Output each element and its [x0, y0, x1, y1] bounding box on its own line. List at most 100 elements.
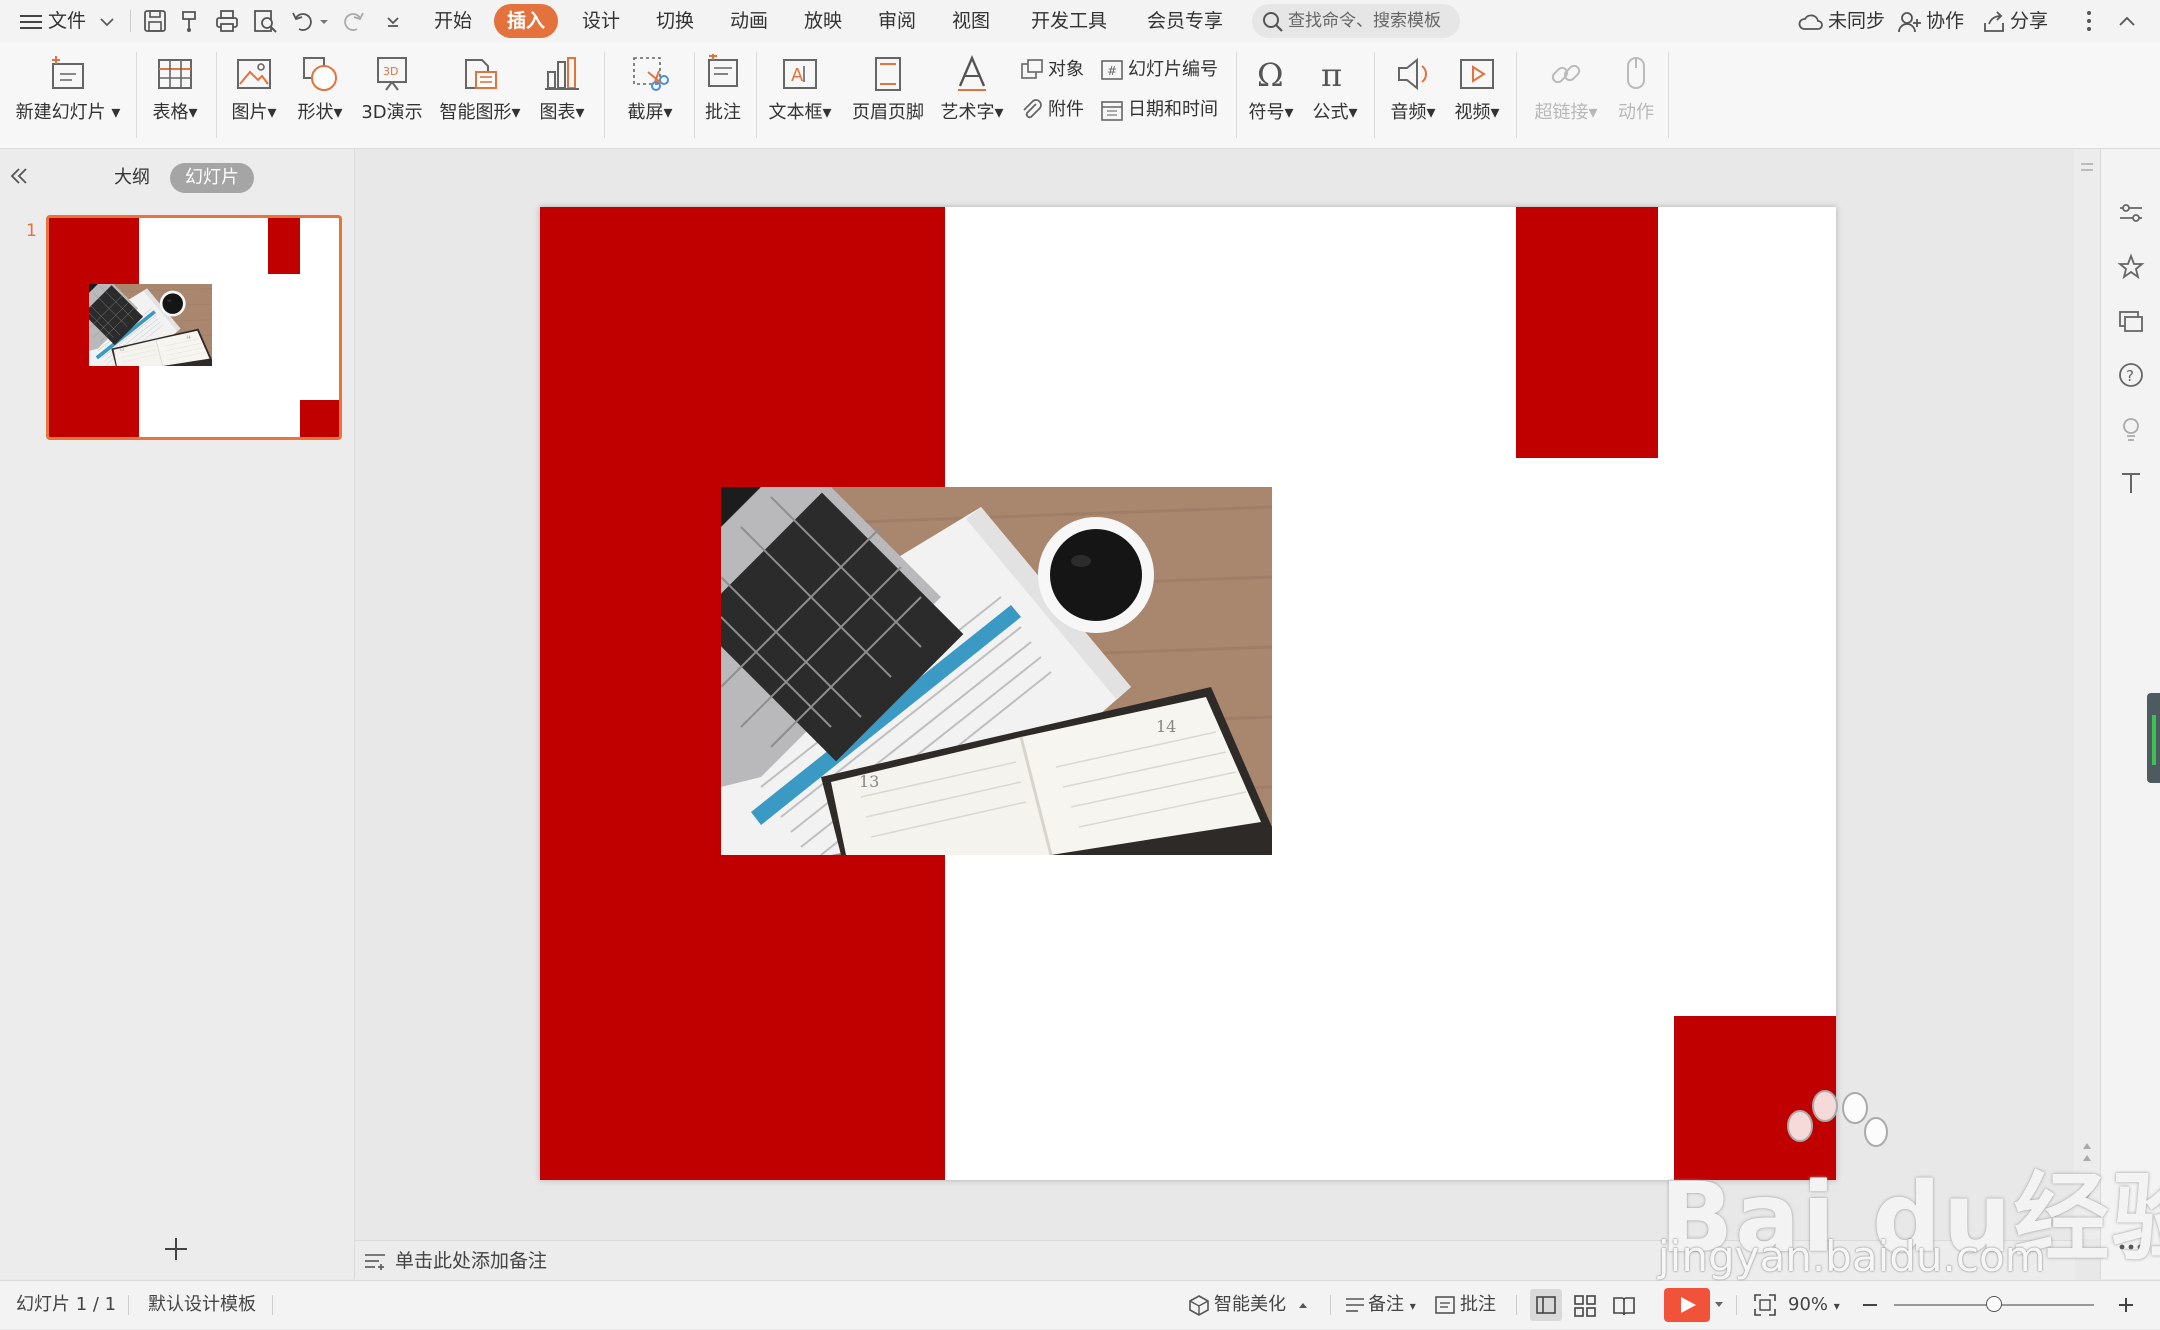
save-icon[interactable]: [142, 8, 168, 34]
object-button[interactable]: 对象: [1020, 54, 1084, 86]
object-label: 对象: [1048, 59, 1084, 80]
tab-transition[interactable]: 切换: [650, 4, 700, 38]
tab-outline[interactable]: 大纲: [104, 163, 160, 193]
attachment-button[interactable]: 附件: [1020, 94, 1084, 126]
slide-sorter-icon[interactable]: [1574, 1295, 1596, 1317]
wordart-button[interactable]: 艺术字▾: [936, 42, 1008, 148]
table-label: 表格: [152, 102, 189, 123]
new-slide-button[interactable]: 新建幻灯片 ▾: [10, 42, 126, 148]
formula-button[interactable]: π 公式▾: [1304, 42, 1366, 148]
symbol-button[interactable]: Ω 符号▾: [1240, 42, 1302, 148]
slide-thumbnail[interactable]: [46, 215, 342, 440]
add-slide-icon[interactable]: [162, 1235, 190, 1263]
header-footer-button[interactable]: 页眉页脚: [846, 42, 930, 148]
datetime-button[interactable]: 日期和时间: [1100, 94, 1218, 126]
notes-toggle-label: 备注: [1368, 1294, 1404, 1315]
picture-label: 图片: [231, 102, 268, 123]
tab-member[interactable]: 会员专享: [1142, 4, 1228, 38]
tab-developer[interactable]: 开发工具: [1026, 4, 1112, 38]
shape-button[interactable]: 形状▾: [288, 42, 352, 148]
smartart-label: 智能图形: [439, 102, 512, 123]
tab-view[interactable]: 视图: [946, 4, 996, 38]
tab-animation[interactable]: 动画: [724, 4, 774, 38]
desk-photo[interactable]: 13 14: [721, 487, 1272, 855]
vertical-scrollbar[interactable]: [2074, 149, 2100, 1239]
format-painter-icon[interactable]: [178, 8, 204, 34]
undo-dropdown-icon[interactable]: [318, 8, 330, 34]
lightbulb-icon[interactable]: [2117, 415, 2145, 443]
redo-icon[interactable]: [340, 8, 366, 34]
notes-area[interactable]: 单击此处添加备注: [355, 1240, 2075, 1281]
text-format-icon[interactable]: [2117, 469, 2145, 497]
fit-window-icon[interactable]: [1754, 1294, 1776, 1316]
print-preview-icon[interactable]: [252, 8, 278, 34]
tab-start[interactable]: 开始: [428, 4, 478, 38]
more-options-icon[interactable]: [2076, 8, 2102, 34]
properties-icon[interactable]: [2117, 199, 2145, 227]
prev-slide-icon[interactable]: [2082, 1139, 2092, 1169]
comment-button[interactable]: 批注: [700, 42, 746, 148]
zoom-slider[interactable]: [1894, 1296, 2094, 1312]
next-slide-icon[interactable]: [2082, 1175, 2092, 1205]
tab-slides[interactable]: 幻灯片: [170, 163, 254, 193]
notes-icon: [363, 1251, 387, 1271]
tab-slideshow[interactable]: 放映: [798, 4, 848, 38]
zoom-slider-thumb[interactable]: [1986, 1296, 2002, 1312]
collapse-panel-icon[interactable]: [8, 165, 30, 187]
notes-toggle-button[interactable]: 备注 ▾: [1344, 1281, 1416, 1329]
comment-toggle-button[interactable]: 批注: [1434, 1281, 1496, 1329]
print-icon[interactable]: [214, 8, 240, 34]
share-button[interactable]: 分享: [1982, 0, 2048, 42]
collaborate-button[interactable]: 协作: [1898, 0, 1964, 42]
action-button[interactable]: 动作: [1612, 42, 1660, 148]
slide-index: 1: [26, 221, 37, 241]
tab-insert[interactable]: 插入: [494, 4, 558, 38]
screenshot-button[interactable]: 截屏▾: [614, 42, 686, 148]
play-slideshow-button[interactable]: [1664, 1288, 1710, 1322]
undo-icon[interactable]: [290, 8, 316, 34]
help-icon[interactable]: ?: [2117, 361, 2145, 389]
customize-toolbar-icon[interactable]: [380, 8, 406, 34]
play-options-chevron-icon[interactable]: [1714, 1301, 1724, 1309]
slide-number-button[interactable]: # 幻灯片编号: [1100, 54, 1218, 86]
formula-label: 公式: [1312, 102, 1349, 123]
hyperlink-button[interactable]: 超链接▾: [1526, 42, 1606, 148]
slide-transition-icon[interactable]: [2117, 307, 2145, 335]
beautify-label: 智能美化: [1214, 1294, 1286, 1315]
video-button[interactable]: 视频▾: [1446, 42, 1508, 148]
template-name[interactable]: 默认设计模板: [148, 1281, 256, 1329]
beautify-button[interactable]: 智能美化: [1188, 1281, 1308, 1329]
zoom-out-icon[interactable]: [1860, 1295, 1880, 1315]
slide-canvas[interactable]: 13 14: [540, 207, 1836, 1180]
audio-button[interactable]: 音频▾: [1382, 42, 1444, 148]
picture-button[interactable]: 图片▾: [222, 42, 286, 148]
sync-status-button[interactable]: 未同步: [1798, 0, 1885, 42]
normal-view-button[interactable]: [1530, 1289, 1562, 1321]
textbox-button[interactable]: A 文本框▾: [764, 42, 836, 148]
tab-design[interactable]: 设计: [576, 4, 626, 38]
file-menu[interactable]: 文件: [20, 0, 114, 42]
red-top-right-block[interactable]: [1516, 207, 1658, 458]
collapse-ribbon-icon[interactable]: [2114, 8, 2140, 34]
red-bottom-right-block[interactable]: [1674, 1016, 1836, 1180]
3d-demo-button[interactable]: 3D 3D演示: [356, 42, 428, 148]
tab-review[interactable]: 审阅: [872, 4, 922, 38]
reading-view-icon[interactable]: [1612, 1295, 1636, 1317]
table-button[interactable]: 表格▾: [142, 42, 208, 148]
animation-star-icon[interactable]: [2117, 253, 2145, 281]
textbox-icon: A: [780, 54, 820, 94]
datetime-label: 日期和时间: [1128, 99, 1218, 120]
zoom-in-icon[interactable]: [2116, 1295, 2136, 1315]
smartart-button[interactable]: 智能图形▾: [434, 42, 526, 148]
ribbon-toolbar: 新建幻灯片 ▾ 表格▾ 图片▾ 形状▾ 3D 3D演示 智能图形▾ 图表▾ 截屏…: [0, 42, 2160, 149]
more-options-icon[interactable]: [2117, 1241, 2145, 1253]
command-search-input[interactable]: 查找命令、搜索模板: [1252, 4, 1460, 38]
chevron-up-icon: [1298, 1301, 1308, 1309]
user-plus-icon: [1898, 11, 1922, 33]
audio-label: 音频: [1390, 102, 1427, 123]
svg-text:#: #: [1107, 64, 1117, 78]
side-handle[interactable]: [2147, 693, 2160, 783]
chart-button[interactable]: 图表▾: [530, 42, 594, 148]
zoom-dropdown[interactable]: 90% ▾: [1788, 1281, 1840, 1329]
svg-text:Ω: Ω: [1257, 56, 1284, 94]
